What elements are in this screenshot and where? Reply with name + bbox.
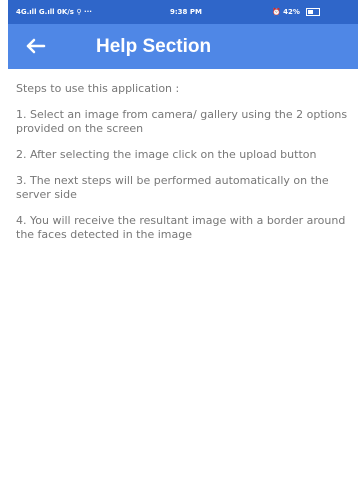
- help-step-3: 3. The next steps will be performed auto…: [16, 174, 329, 201]
- help-intro: Steps to use this application :: [16, 82, 180, 95]
- page-title: Help Section: [96, 36, 212, 57]
- status-time: 9:38 PM: [170, 8, 202, 16]
- status-battery-text: ⏰ 42%: [272, 8, 300, 16]
- phone-screen: 4G.ıll G.ıll 0K/s ⚲ ··· 9:38 PM ⏰ 42% He…: [0, 0, 358, 482]
- status-bar: 4G.ıll G.ıll 0K/s ⚲ ··· 9:38 PM ⏰ 42%: [8, 0, 358, 24]
- battery-icon: [306, 8, 321, 16]
- app-bar: Help Section: [8, 24, 358, 69]
- help-step-4: 4. You will receive the resultant image …: [16, 214, 346, 241]
- help-content: Steps to use this application : 1. Selec…: [16, 82, 354, 254]
- arrow-left-icon: [26, 38, 46, 54]
- back-button[interactable]: [24, 34, 48, 58]
- help-step-2: 2. After selecting the image click on th…: [16, 148, 317, 161]
- help-step-1: 1. Select an image from camera/ gallery …: [16, 108, 348, 135]
- status-right-indicators: ⏰ 42%: [272, 8, 321, 16]
- status-left-indicators: 4G.ıll G.ıll 0K/s ⚲ ···: [16, 8, 92, 16]
